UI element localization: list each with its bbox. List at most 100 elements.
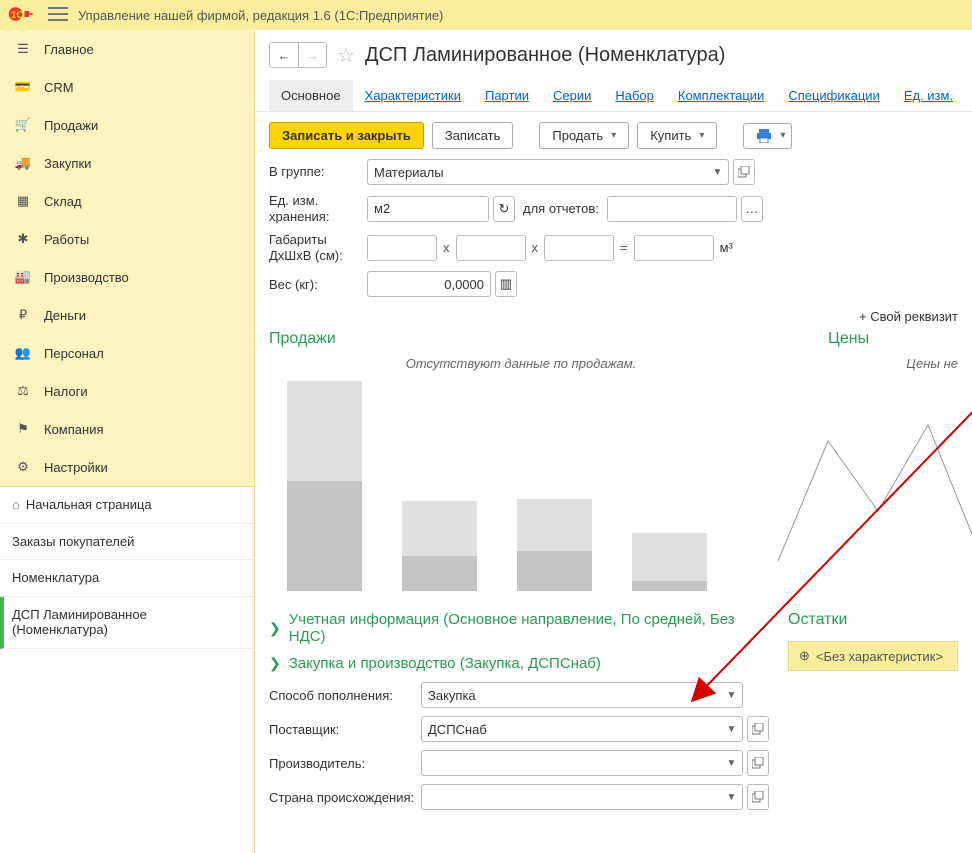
dim-h-input[interactable] — [544, 235, 614, 261]
logo-1c: 1C — [8, 5, 38, 25]
cart-icon: 🛒 — [14, 116, 32, 134]
tab-specs[interactable]: Спецификации — [776, 80, 892, 111]
custom-req-link[interactable]: + Свой реквизит — [859, 309, 958, 324]
nav-company[interactable]: ⚑Компания — [0, 410, 254, 448]
sales-heading: Продажи — [269, 330, 828, 348]
open-page-current[interactable]: ДСП Ламинированное (Номенклатура) — [0, 597, 254, 649]
reports-input[interactable] — [607, 196, 737, 222]
tab-barcodes[interactable]: Штрихк — [965, 80, 972, 111]
tools-icon: ✱ — [14, 230, 32, 248]
sell-button[interactable]: Продать — [539, 122, 629, 149]
weight-input[interactable]: 0,0000 — [367, 271, 491, 297]
tabs: Основное Характеристики Партии Серии Наб… — [255, 74, 972, 112]
tab-uom[interactable]: Ед. изм. — [892, 80, 965, 111]
save-button[interactable]: Записать — [432, 122, 514, 149]
method-input[interactable]: Закупка — [421, 682, 721, 708]
uom-history-button[interactable]: ↻ — [493, 196, 515, 222]
nav-works[interactable]: ✱ Работы — [0, 220, 254, 258]
nav-taxes[interactable]: ⚖Налоги — [0, 372, 254, 410]
titlebar: 1C Управление нашей фирмой, редакция 1.6… — [0, 0, 972, 30]
group-open-button[interactable] — [733, 159, 755, 185]
origin-label: Страна происхождения: — [269, 790, 421, 806]
nav-label: Налоги — [44, 384, 88, 399]
open-page-label: Заказы покупателей — [12, 534, 134, 549]
uom-input[interactable]: м2 — [367, 196, 489, 222]
home-icon: ☰ — [14, 40, 32, 58]
prices-note: Цены не — [798, 356, 958, 371]
open-page-label: Начальная страница — [26, 497, 152, 512]
print-button[interactable] — [743, 123, 792, 149]
supplier-dropdown-button[interactable]: ▼ — [721, 716, 743, 742]
weight-calc-button[interactable]: ▥ — [495, 271, 517, 297]
nav-label: Персонал — [44, 346, 104, 361]
open-page-orders[interactable]: Заказы покупателей — [0, 524, 254, 561]
group-dropdown-button[interactable]: ▼ — [707, 159, 729, 185]
method-dropdown-button[interactable]: ▼ — [721, 682, 743, 708]
tab-characteristics[interactable]: Характеристики — [353, 80, 473, 111]
open-page-nomenclature[interactable]: Номенклатура — [0, 560, 254, 597]
sales-bar-chart — [269, 381, 773, 591]
origin-input[interactable] — [421, 784, 721, 810]
tab-set[interactable]: Набор — [603, 80, 666, 111]
remains-item-label: <Без характеристик> — [816, 649, 943, 664]
nav-label: Склад — [44, 194, 82, 209]
sales-note: Отсутствуют данные по продажам. — [269, 356, 773, 371]
dim-result-input[interactable] — [634, 235, 714, 261]
accounting-label: Учетная информация (Основное направление… — [289, 611, 768, 645]
factory-icon: 🏭 — [14, 268, 32, 286]
open-page-label: Номенклатура — [12, 570, 99, 585]
boxes-icon: ▦ — [14, 192, 32, 210]
manufacturer-open-button[interactable] — [747, 750, 769, 776]
group-input[interactable]: Материалы — [367, 159, 707, 185]
nav-crm[interactable]: 💳CRM — [0, 68, 254, 106]
origin-dropdown-button[interactable]: ▼ — [721, 784, 743, 810]
buy-button[interactable]: Купить — [637, 122, 717, 149]
uom-label: Ед. изм. хранения: — [269, 193, 367, 224]
supplier-label: Поставщик: — [269, 722, 421, 738]
prices-line-chart — [798, 371, 958, 591]
favorite-star-icon[interactable]: ☆ — [337, 43, 355, 68]
tab-configs[interactable]: Комплектации — [666, 80, 776, 111]
supplier-open-button[interactable] — [747, 716, 769, 742]
tab-series[interactable]: Серии — [541, 80, 603, 111]
origin-open-button[interactable] — [747, 784, 769, 810]
open-page-home[interactable]: ⌂Начальная страница — [0, 487, 254, 524]
dim-w-input[interactable] — [456, 235, 526, 261]
nav-staff[interactable]: 👥 Персонал — [0, 334, 254, 372]
nav-label: Производство — [44, 270, 129, 285]
nav-purchase[interactable]: 🚚Закупки — [0, 144, 254, 182]
nav-forward-button[interactable]: → — [298, 43, 326, 67]
tab-main[interactable]: Основное — [269, 80, 353, 111]
nav-warehouse[interactable]: ▦ Склад — [0, 182, 254, 220]
nav-back-button[interactable]: ← — [270, 43, 298, 67]
people-icon: 👥 — [14, 344, 32, 362]
reports-label: для отчетов: — [523, 201, 599, 216]
remains-item[interactable]: ⊕ <Без характеристик> — [788, 641, 958, 671]
purchase-label: Закупка и производство (Закупка, ДСПСнаб… — [289, 655, 601, 672]
purchase-toggle[interactable]: ❯ Закупка и производство (Закупка, ДСПСн… — [269, 655, 768, 672]
dim-unit: м³ — [720, 240, 733, 255]
nav-label: Работы — [44, 232, 89, 247]
menu-icon[interactable] — [48, 7, 68, 24]
nav-settings[interactable]: ⚙Настройки — [0, 448, 254, 486]
nav-production[interactable]: 🏭 Производство — [0, 258, 254, 296]
tab-batches[interactable]: Партии — [473, 80, 541, 111]
flag-icon: ⚑ — [14, 420, 32, 438]
history-icon: ↻ — [499, 201, 510, 217]
save-and-close-button[interactable]: Записать и закрыть — [269, 122, 424, 149]
nav-main[interactable]: ☰ Главное — [0, 30, 254, 68]
weight-label: Вес (кг): — [269, 277, 367, 293]
prices-heading: Цены — [828, 330, 958, 348]
page-title: ДСП Ламинированное (Номенклатура) — [365, 44, 726, 67]
dim-d-input[interactable] — [367, 235, 437, 261]
svg-text:1C: 1C — [11, 10, 23, 21]
nav-money[interactable]: ₽Деньги — [0, 296, 254, 334]
nav-label: Главное — [44, 42, 94, 57]
supplier-input[interactable]: ДСПСнаб — [421, 716, 721, 742]
manufacturer-input[interactable] — [421, 750, 721, 776]
nav-sales[interactable]: 🛒Продажи — [0, 106, 254, 144]
accounting-toggle[interactable]: ❯ Учетная информация (Основное направлен… — [269, 611, 768, 645]
reports-more-button[interactable]: … — [741, 196, 763, 222]
print-icon — [756, 129, 772, 143]
manufacturer-dropdown-button[interactable]: ▼ — [721, 750, 743, 776]
